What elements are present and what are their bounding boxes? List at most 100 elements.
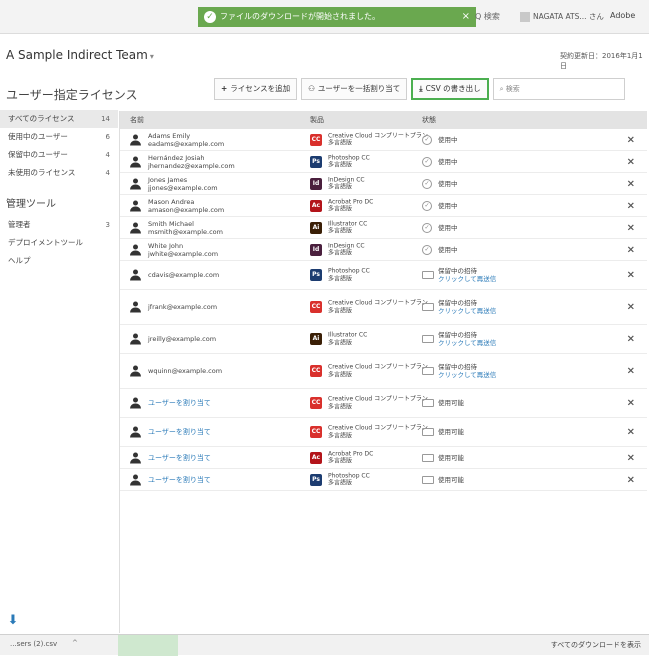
- close-icon[interactable]: ×: [627, 398, 635, 409]
- table-row[interactable]: White John jwhite@example.com Id InDesign C…: [120, 239, 647, 261]
- user-icon: [130, 365, 141, 377]
- close-icon[interactable]: ×: [627, 134, 635, 145]
- add-license-button[interactable]: + ライセンスを追加: [214, 78, 298, 100]
- sidebar-item-admins[interactable]: 管理者 3: [0, 216, 118, 234]
- user-name: Smith Michael msmith@example.com: [148, 220, 223, 236]
- table-row[interactable]: Jones James jjones@example.com Id InDesign …: [120, 173, 647, 195]
- user-email: amason@example.com: [148, 205, 225, 214]
- table-row[interactable]: Adams Emily eadams@example.com CC Creative …: [120, 129, 647, 151]
- table-row[interactable]: ユーザーを割り当て CC Creative Cloud コンプリートプラン 多言語版 使…: [120, 389, 647, 418]
- close-icon[interactable]: ×: [627, 427, 635, 438]
- close-icon[interactable]: ×: [627, 366, 635, 377]
- user-email: eadams@example.com: [148, 139, 225, 148]
- table-row[interactable]: cdavis@example.com Ps Photoshop CC 多言語版 保留中の…: [120, 261, 647, 290]
- table-row[interactable]: ユーザーを割り当て Ac Acrobat Pro DC 多言語版 使用可能 ×: [120, 447, 647, 469]
- product-name: InDesign CC 多言語版: [328, 176, 365, 191]
- column-header-product[interactable]: 製品: [310, 111, 324, 129]
- top-search[interactable]: Q 検索: [475, 11, 500, 22]
- close-icon[interactable]: ×: [627, 270, 635, 281]
- assign-user-link[interactable]: ユーザーを割り当て: [148, 399, 211, 407]
- assign-user-link[interactable]: ユーザーを割り当て: [148, 454, 211, 462]
- table-row[interactable]: wquinn@example.com CC Creative Cloud コンプリー…: [120, 354, 647, 389]
- envelope-icon: [422, 303, 434, 311]
- resend-link[interactable]: クリックして再送信: [438, 307, 496, 315]
- envelope-icon: [422, 335, 434, 343]
- download-file-name[interactable]: ...sers (2).csv: [10, 640, 57, 648]
- close-icon[interactable]: ×: [627, 302, 635, 313]
- sidebar-item-label: 保留中のユーザー: [8, 150, 68, 159]
- close-icon[interactable]: ×: [627, 200, 635, 211]
- team-selector[interactable]: A Sample Indirect Team ▾: [6, 48, 154, 62]
- close-icon[interactable]: ×: [627, 222, 635, 233]
- download-arrow-icon[interactable]: ⬇: [6, 613, 20, 633]
- product-icon: CC: [310, 365, 322, 377]
- product-title: Illustrator CC: [328, 220, 368, 227]
- search-placeholder: 検索: [505, 85, 520, 93]
- assign-user-link[interactable]: ユーザーを割り当て: [148, 428, 211, 436]
- resend-link[interactable]: クリックして再送信: [438, 371, 496, 379]
- table-row[interactable]: ユーザーを割り当て Ps Photoshop CC 多言語版 使用可能 ×: [120, 469, 647, 491]
- bulk-assign-button[interactable]: ⚇ ユーザーを一括割り当て: [301, 78, 408, 100]
- product-icon: Ac: [310, 451, 322, 464]
- close-icon[interactable]: ×: [627, 156, 635, 167]
- status-text: 使用可能: [438, 428, 464, 436]
- sidebar-item-help[interactable]: ヘルプ: [0, 252, 118, 270]
- download-bar: ...sers (2).csv ^ すべてのダウンロードを表示: [0, 634, 649, 656]
- sidebar-item-active-users[interactable]: 使用中のユーザー 6: [0, 128, 118, 146]
- close-icon[interactable]: ×: [627, 244, 635, 255]
- user-email: jreilly@example.com: [148, 335, 217, 343]
- column-header-status[interactable]: 状態: [422, 111, 436, 129]
- resend-link[interactable]: クリックして再送信: [438, 339, 496, 347]
- sidebar-item-pending-users[interactable]: 保留中のユーザー 4: [0, 146, 118, 164]
- close-icon[interactable]: ×: [627, 474, 635, 485]
- product-icon: Ai: [310, 221, 322, 234]
- user-email: jfrank@example.com: [148, 303, 218, 311]
- license-status: 使用中: [438, 158, 458, 166]
- toolbar: + ライセンスを追加 ⚇ ユーザーを一括割り当て ⤓ CSV の書き出し ⌕ 検索: [214, 78, 625, 102]
- close-icon[interactable]: ×: [627, 452, 635, 463]
- contract-date: 契約更新日：2016年1月1日: [560, 52, 643, 70]
- sidebar-item-all-licenses[interactable]: すべてのライセンス 14: [0, 110, 118, 128]
- close-icon[interactable]: ×: [627, 178, 635, 189]
- table-row[interactable]: jfrank@example.com CC Creative Cloud コンプリー…: [120, 290, 647, 325]
- csv-export-button[interactable]: ⤓ CSV の書き出し: [411, 78, 489, 100]
- envelope-icon: [422, 475, 434, 484]
- product-icon: CC: [310, 133, 322, 146]
- table-row[interactable]: Mason Andrea amason@example.com Ac Acrobat …: [120, 195, 647, 217]
- product-name: Acrobat Pro DC 多言語版: [328, 198, 373, 213]
- product-icon: Ps: [310, 473, 322, 486]
- table-row[interactable]: jreilly@example.com Ai Illustrator CC 多言語版 保…: [120, 325, 647, 354]
- product-icon: CC: [310, 426, 322, 438]
- table-row[interactable]: Smith Michael msmith@example.com Ai Illustr…: [120, 217, 647, 239]
- product-title: InDesign CC: [328, 176, 365, 183]
- license-status: 使用可能: [438, 476, 464, 484]
- close-icon[interactable]: ×: [627, 334, 635, 345]
- product-title: Creative Cloud コンプリートプラン: [328, 132, 428, 139]
- table-row[interactable]: ユーザーを割り当て CC Creative Cloud コンプリートプラン 多言語版 使…: [120, 418, 647, 447]
- check-icon: ✓: [204, 11, 216, 23]
- user-name: Hernández Josiah jhernandez@example.com: [148, 154, 235, 170]
- sidebar-item-count: 6: [105, 133, 110, 141]
- column-header-name[interactable]: 名前: [130, 111, 144, 129]
- sidebar-item-label: すべてのライセンス: [8, 114, 75, 123]
- license-status: 使用中: [438, 202, 458, 210]
- sidebar-item-count: 4: [105, 169, 110, 177]
- product-icon: Ps: [310, 269, 322, 281]
- search-input[interactable]: ⌕ 検索: [492, 78, 625, 100]
- status-text: 使用中: [438, 179, 458, 188]
- show-all-downloads-link[interactable]: すべてのダウンロードを表示: [551, 640, 641, 650]
- adobe-logo[interactable]: Adobe: [610, 11, 635, 20]
- chevron-up-icon[interactable]: ^: [72, 639, 78, 647]
- toast-close-button[interactable]: ×: [462, 7, 470, 27]
- user-menu[interactable]: NAGATA ATS... さん: [520, 11, 604, 22]
- sidebar-item-unused-licenses[interactable]: 未使用のライセンス 4: [0, 164, 118, 182]
- sidebar-item-deployment-tools[interactable]: デプロイメントツール: [0, 234, 118, 252]
- user-name: Adams Emily eadams@example.com: [148, 132, 224, 148]
- product-icon: Id: [310, 177, 322, 190]
- plus-icon: +: [221, 84, 228, 93]
- product-name: Creative Cloud コンプリートプラン 多言語版: [328, 132, 428, 147]
- resend-link[interactable]: クリックして再送信: [438, 275, 496, 283]
- assign-user-link[interactable]: ユーザーを割り当て: [148, 476, 211, 484]
- product-edition: 多言語版: [328, 205, 353, 213]
- table-row[interactable]: Hernández Josiah jhernandez@example.com Ps…: [120, 151, 647, 173]
